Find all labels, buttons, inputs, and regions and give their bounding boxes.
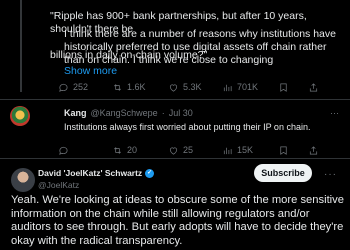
bookmark-button[interactable] <box>278 145 308 156</box>
views-icon <box>223 84 232 91</box>
author-name-row: David 'JoelKatz' Schwartz ✓ <box>38 168 155 178</box>
heart-icon <box>169 84 178 92</box>
more-options-icon[interactable]: ··· <box>324 169 337 180</box>
views-icon <box>223 147 232 154</box>
views-count: 701K <box>237 82 259 92</box>
post-date[interactable]: Jul 30 <box>169 108 193 118</box>
reply-count: 252 <box>73 82 89 92</box>
repost-button[interactable]: 1.6K <box>112 82 168 93</box>
show-more-link[interactable]: Show more <box>64 65 117 77</box>
like-button[interactable]: 25 <box>168 145 222 156</box>
post-text: I think there are a number of reasons wh… <box>64 28 336 66</box>
share-icon <box>309 145 318 155</box>
divider <box>0 99 350 100</box>
heart-icon <box>169 147 178 155</box>
share-button[interactable] <box>308 145 319 156</box>
author-name[interactable]: David 'JoelKatz' Schwartz <box>38 168 142 178</box>
reply-icon <box>59 146 68 155</box>
reply-text: Institutions always first worried about … <box>64 122 311 132</box>
views-button[interactable]: 701K <box>222 82 278 93</box>
reply-icon <box>59 83 68 92</box>
reply-action-bar: 20 25 15K <box>58 141 348 159</box>
author-name[interactable]: Kang <box>64 108 87 118</box>
repost-count: 1.6K <box>127 82 146 92</box>
separator: · <box>161 108 165 118</box>
views-count: 15K <box>237 145 254 155</box>
subscribe-button[interactable]: Subscribe <box>254 164 312 182</box>
reply-button[interactable] <box>58 145 112 156</box>
repost-icon <box>114 83 121 91</box>
avatar[interactable] <box>11 168 35 192</box>
repost-icon <box>114 146 121 154</box>
author-handle[interactable]: @KangSchwepe <box>91 108 158 118</box>
repost-button[interactable]: 20 <box>112 145 168 156</box>
repost-count: 20 <box>127 145 138 155</box>
reply-text: Yeah. We're looking at ideas to obscure … <box>11 194 344 247</box>
reply-header: Kang @KangSchwepe · Jul 30 <box>64 108 193 118</box>
avatar[interactable] <box>10 106 30 126</box>
author-handle[interactable]: @JoelKatz <box>38 180 79 190</box>
reply-button[interactable]: 252 <box>58 82 112 93</box>
bookmark-icon <box>280 145 287 155</box>
bookmark-icon <box>280 82 287 92</box>
more-options-icon[interactable]: ··· <box>330 108 339 118</box>
views-button[interactable]: 15K <box>222 145 278 156</box>
like-count: 25 <box>183 145 194 155</box>
bookmark-button[interactable] <box>278 82 308 93</box>
like-count: 5.3K <box>183 82 202 92</box>
share-button[interactable] <box>308 82 319 93</box>
share-icon <box>309 82 318 92</box>
post-action-bar: 252 1.6K 5.3K 701K <box>58 78 348 96</box>
divider <box>0 158 350 159</box>
like-button[interactable]: 5.3K <box>168 82 222 93</box>
verified-badge-icon: ✓ <box>145 168 155 178</box>
thread-line <box>20 0 22 92</box>
